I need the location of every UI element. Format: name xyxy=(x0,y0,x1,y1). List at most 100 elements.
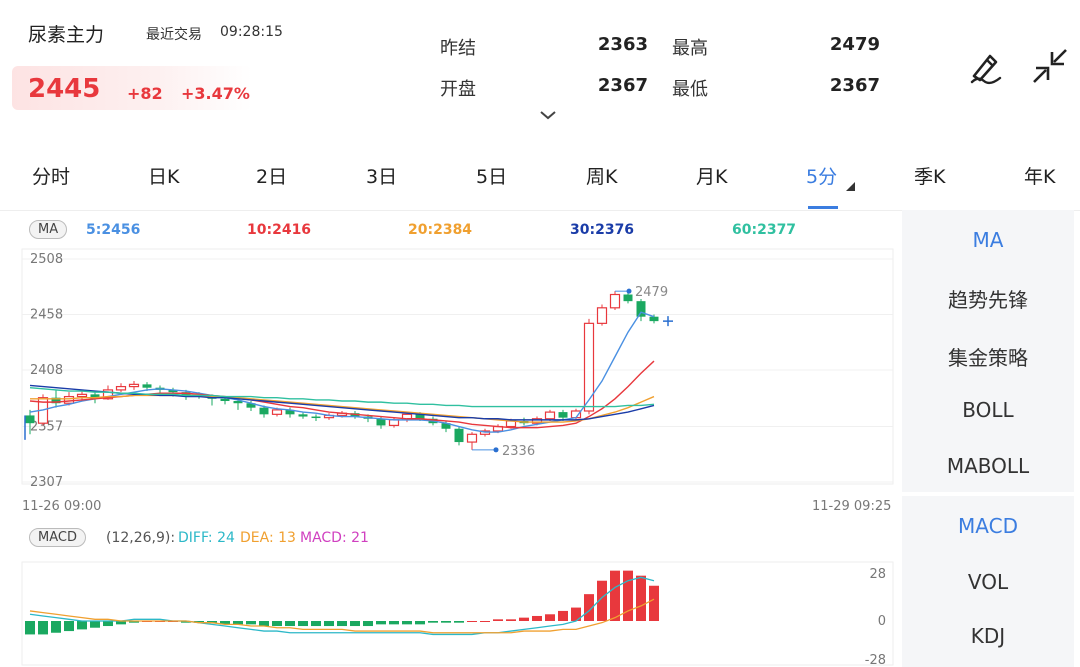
ma20-value: 20:2384 xyxy=(408,222,473,238)
candle-body xyxy=(544,411,556,420)
macd-bar xyxy=(103,621,113,627)
candle-body xyxy=(298,414,308,417)
indicator-capital-strategy[interactable]: 集金策略 xyxy=(902,342,1074,371)
stat-value-prev-settle: 2363 xyxy=(597,34,648,55)
macd-bar xyxy=(441,621,451,623)
low-label: 2336 xyxy=(502,444,535,459)
sub-indicator-panel: MACD VOL KDJ xyxy=(902,496,1074,667)
macd-bar xyxy=(519,617,529,621)
candle-body xyxy=(623,294,633,302)
main-indicator-panel: MA 趋势先锋 集金策略 BOLL MABOLL xyxy=(902,210,1074,492)
stat-label-open: 开盘 xyxy=(440,79,476,100)
candle-body xyxy=(271,409,283,415)
stat-value-low: 2367 xyxy=(829,75,880,96)
last-trade-time: 09:28:15 xyxy=(220,24,283,40)
tab-3-day[interactable]: 3日 xyxy=(366,162,397,189)
macd-bar xyxy=(545,614,555,621)
candle-body xyxy=(649,316,659,322)
indicator-vol[interactable]: VOL xyxy=(902,570,1074,594)
ma20-line xyxy=(30,394,655,423)
macd-bar xyxy=(77,621,87,630)
macd-badge[interactable]: MACD xyxy=(29,528,86,547)
macd-chart[interactable]: 28 0 -28 xyxy=(0,560,900,667)
indicator-macd[interactable]: MACD xyxy=(902,514,1074,538)
indicator-boll[interactable]: BOLL xyxy=(902,398,1074,422)
candlestick-chart[interactable]: 2508245824082357230724792336 xyxy=(0,245,900,495)
macd-bar xyxy=(311,621,321,627)
tab-year-k[interactable]: 年K xyxy=(1024,162,1055,189)
candle-body xyxy=(311,416,321,419)
tab-week-k[interactable]: 周K xyxy=(586,162,617,189)
x-axis-start: 11-26 09:00 xyxy=(22,499,102,514)
macd-params: (12,26,9): xyxy=(106,530,176,546)
indicator-trend-pioneer[interactable]: 趋势先锋 xyxy=(902,284,1074,313)
macd-bar xyxy=(259,621,269,627)
macd-bar xyxy=(90,621,100,628)
macd-bar xyxy=(363,621,373,627)
quote-header: 尿素主力 最近交易 09:28:15 2445 +82 +3.47% 昨结 23… xyxy=(0,0,1080,130)
collapse-arrows-icon[interactable] xyxy=(1030,46,1070,86)
tab-5-min[interactable]: 5分 xyxy=(806,162,837,189)
candle-body xyxy=(636,301,646,317)
candle-body xyxy=(142,384,152,388)
macd-bar xyxy=(558,610,568,621)
chevron-down-icon[interactable] xyxy=(538,108,558,122)
tab-day-k[interactable]: 日K xyxy=(148,162,179,189)
macd-bar xyxy=(38,621,48,635)
tab-dropdown-triangle-icon[interactable] xyxy=(846,182,855,191)
candle-body xyxy=(583,322,595,412)
tab-2-day[interactable]: 2日 xyxy=(256,162,287,189)
macd-diff: DIFF: 24 xyxy=(178,530,235,546)
stat-label-prev-settle: 昨结 xyxy=(440,38,476,59)
candle-body xyxy=(609,293,621,309)
high-marker-dot xyxy=(626,288,632,294)
high-label: 2479 xyxy=(635,285,668,300)
stat-label-high: 最高 xyxy=(672,38,708,59)
y-tick-label: 2307 xyxy=(30,475,63,490)
candle-body xyxy=(259,407,269,415)
macd-bar xyxy=(415,621,425,625)
ma-badge[interactable]: MA xyxy=(29,220,68,239)
ma30-value: 30:2376 xyxy=(570,222,635,238)
candle-body xyxy=(63,395,75,404)
macd-bar xyxy=(649,585,659,621)
candle-body xyxy=(558,412,568,418)
candle-body xyxy=(388,419,400,427)
indicator-ma[interactable]: MA xyxy=(902,228,1074,252)
period-tabs: 分时 日K 2日 3日 5日 周K 月K 5分 季K 年K xyxy=(0,150,1080,210)
macd-bar xyxy=(298,621,308,627)
indicator-maboll[interactable]: MABOLL xyxy=(902,454,1074,478)
last-trade-label: 最近交易 xyxy=(146,27,202,43)
macd-y-tick-label: 0 xyxy=(878,614,886,629)
tab-timeshare[interactable]: 分时 xyxy=(32,162,70,189)
macd-bar xyxy=(389,621,399,625)
draw-pen-icon[interactable] xyxy=(966,46,1006,86)
macd-value: MACD: 21 xyxy=(300,530,369,546)
contract-name: 尿素主力 xyxy=(28,24,105,46)
tab-5-day[interactable]: 5日 xyxy=(476,162,507,189)
low-marker-dot xyxy=(493,447,499,453)
chart-frame xyxy=(21,248,894,485)
macd-bar xyxy=(376,621,386,625)
macd-bar xyxy=(337,621,347,627)
macd-bar xyxy=(25,621,35,635)
macd-bar xyxy=(467,621,477,622)
macd-bar xyxy=(506,619,516,621)
macd-bar xyxy=(454,621,464,623)
ma5-value: 5:2456 xyxy=(86,222,141,238)
stat-label-low: 最低 xyxy=(672,79,708,100)
candle-body xyxy=(466,433,478,443)
macd-bar xyxy=(493,619,503,621)
candle-body xyxy=(115,385,127,391)
macd-bar xyxy=(636,575,646,621)
macd-bar xyxy=(51,621,61,633)
macd-y-tick-label: -28 xyxy=(865,653,886,667)
macd-bar xyxy=(64,621,74,632)
tab-month-k[interactable]: 月K xyxy=(696,162,727,189)
macd-bar xyxy=(480,621,490,622)
x-axis-end: 11-29 09:25 xyxy=(812,499,892,514)
ma60-line xyxy=(29,386,655,408)
indicator-kdj[interactable]: KDJ xyxy=(902,624,1074,648)
macd-bar xyxy=(272,621,282,627)
tab-quarter-k[interactable]: 季K xyxy=(914,162,945,189)
